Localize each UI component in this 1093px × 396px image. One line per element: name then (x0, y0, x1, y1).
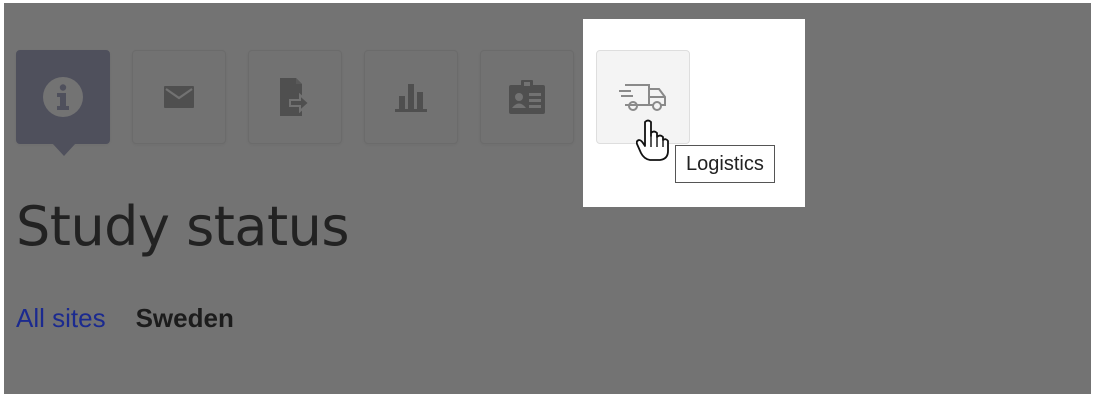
page-title: Study status (16, 195, 350, 258)
study-status-button[interactable] (16, 50, 110, 156)
overlay-dim-right (805, 19, 1091, 207)
module-toolbar (16, 50, 716, 165)
current-site-label: Sweden (135, 303, 234, 333)
reports-button[interactable] (364, 50, 458, 144)
envelope-icon (164, 86, 194, 108)
subjects-button[interactable] (480, 50, 574, 144)
app-window: Study status All sites Sweden Logistics (4, 3, 1091, 394)
id-card-icon (509, 80, 545, 114)
all-sites-link[interactable]: All sites (16, 303, 106, 334)
truck-icon (619, 79, 667, 115)
info-icon (41, 75, 85, 119)
messages-button[interactable] (132, 50, 226, 144)
hand-cursor-icon (635, 119, 670, 165)
export-button[interactable] (248, 50, 342, 144)
site-filter: All sites Sweden (16, 303, 234, 334)
tooltip: Logistics (675, 145, 775, 183)
file-export-icon (280, 78, 310, 116)
bar-chart-icon (395, 82, 427, 112)
overlay-dim-top (4, 3, 1091, 19)
